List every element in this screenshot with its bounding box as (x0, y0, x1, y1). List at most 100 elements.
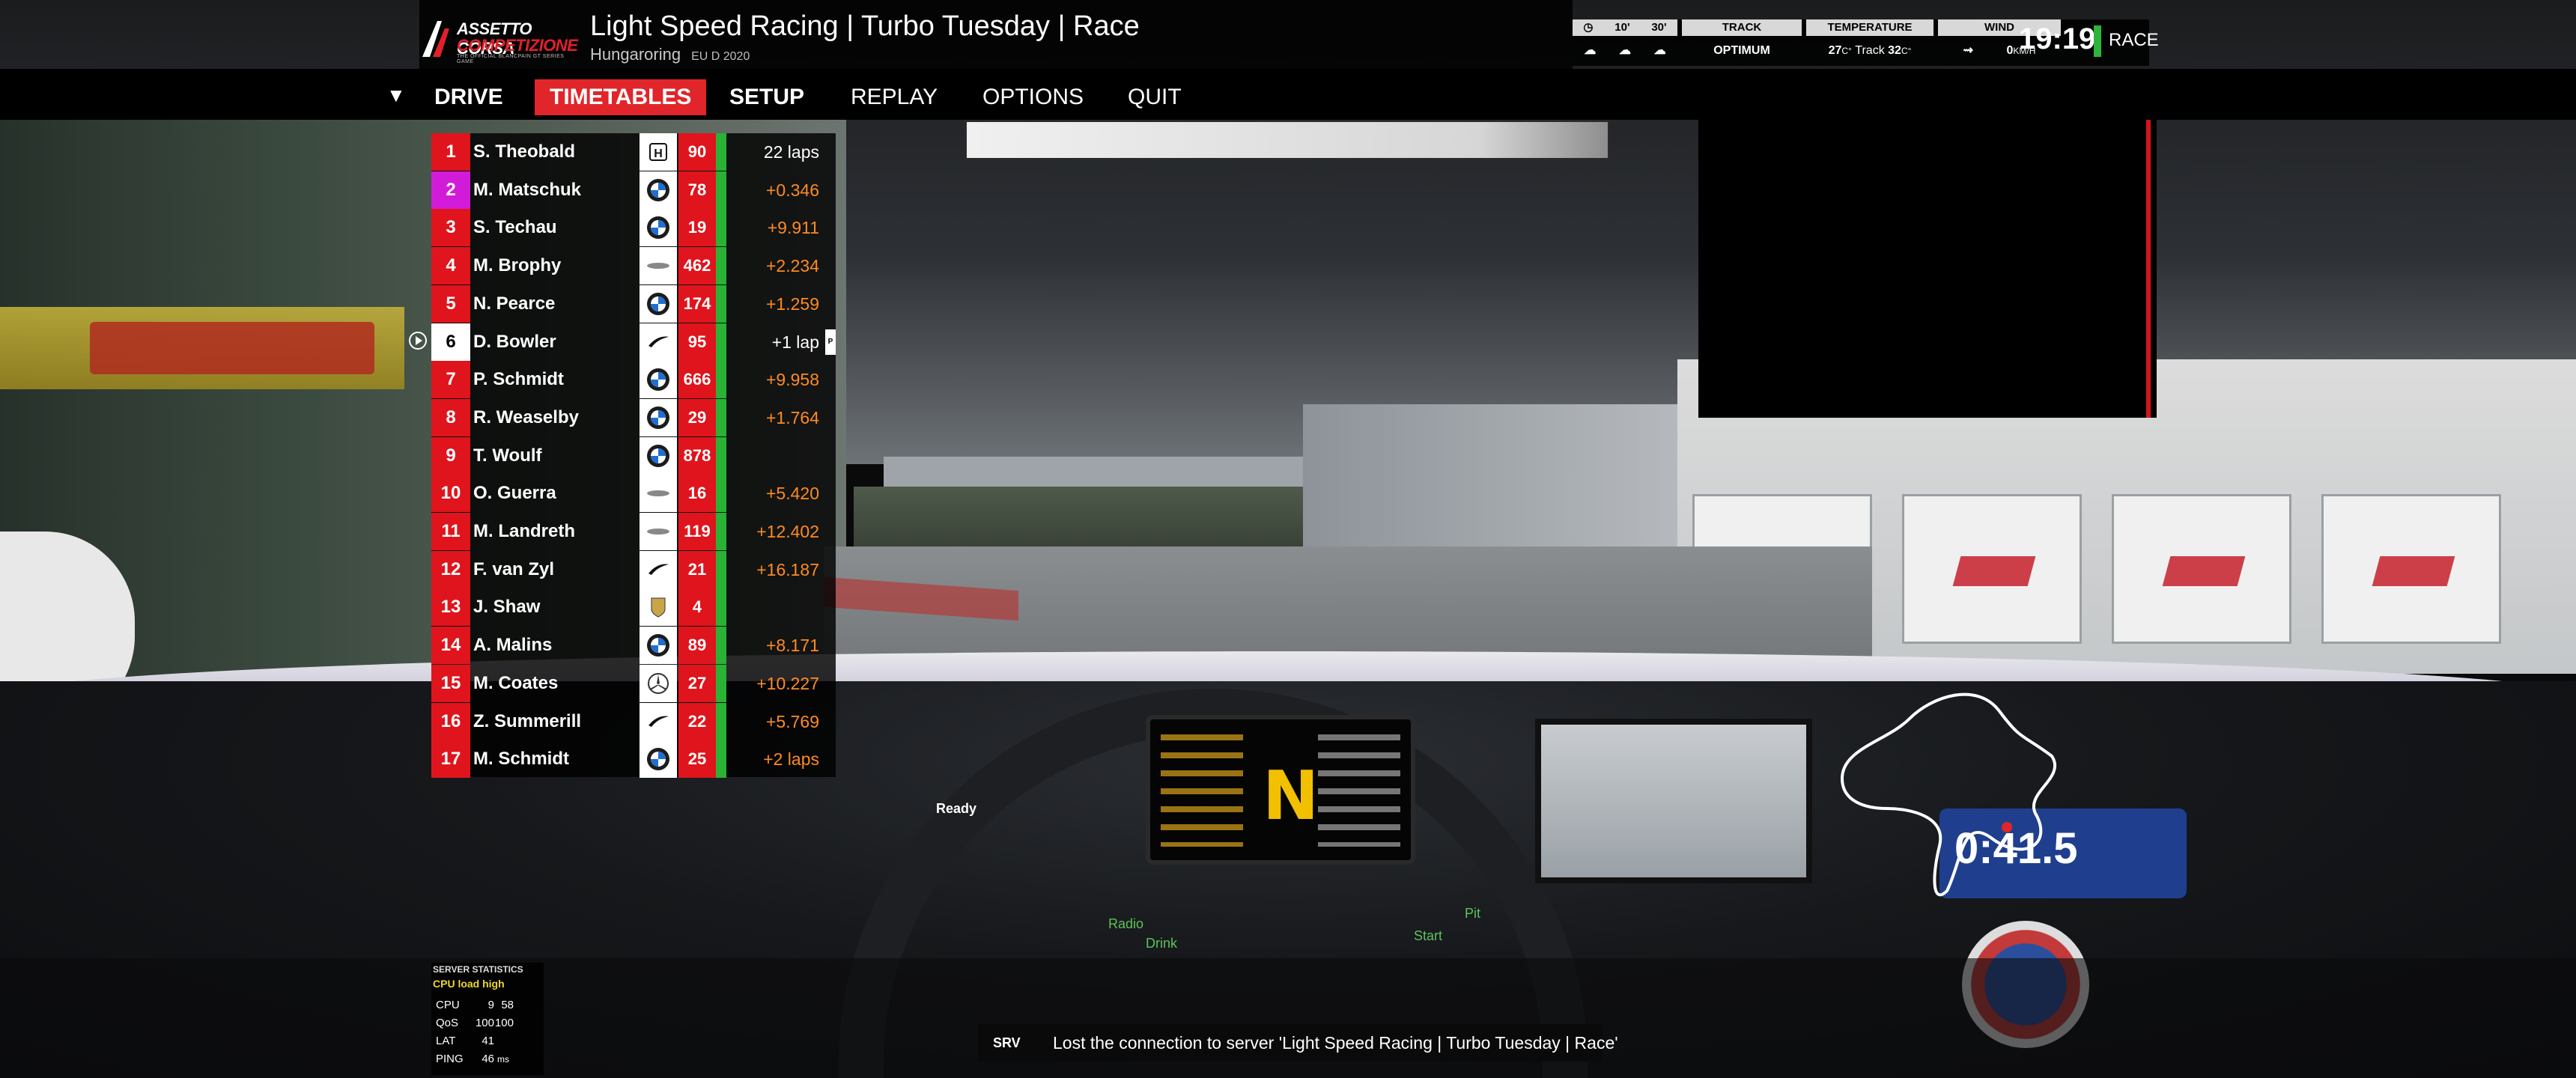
session-status-bar (2094, 25, 2101, 57)
driver-name: F. van Zyl (473, 558, 555, 579)
position-badge: 15 (431, 664, 470, 702)
status-indicator (716, 513, 726, 550)
menu-quit[interactable]: QUIT (1113, 79, 1197, 115)
standings-row[interactable]: 12 F. van Zyl 21 +16.187 (431, 550, 836, 588)
stat-row: CPU 9 58 (436, 999, 514, 1011)
car-number: 119 (678, 513, 716, 550)
standings-row[interactable]: 7 P. Schmidt 666 +9.958 (431, 361, 836, 399)
menu-timetables[interactable]: TIMETABLES (535, 79, 707, 115)
car-number: 78 (678, 171, 716, 209)
status-indicator (716, 550, 726, 588)
gap-value: +5.420 (766, 484, 819, 504)
forecast-header: ◷ 10' 30' (1573, 19, 1677, 36)
standings-row[interactable]: 14 A. Malins 89 +8.171 (431, 627, 836, 665)
gap-value: +9.911 (767, 218, 819, 238)
lexus-logo-icon (640, 475, 677, 513)
standings-row[interactable]: 5 N. Pearce 174 +1.259 (431, 284, 836, 323)
gap-value: +10.227 (756, 673, 819, 693)
track-temp: 32 (1888, 44, 1901, 57)
track-state: OPTIMUM (1713, 44, 1770, 57)
bridge (884, 457, 1348, 487)
status-indicator (716, 664, 726, 702)
car-number: 462 (678, 247, 716, 285)
menu-options[interactable]: OPTIONS (967, 79, 1099, 115)
status-indicator (716, 740, 726, 779)
bmw-logo-icon (640, 209, 677, 247)
gap-value: +5.769 (766, 711, 819, 731)
standings-row[interactable]: 11 M. Landreth 119 +12.402 (431, 513, 836, 550)
garage-door (2321, 494, 2501, 644)
driver-name: Z. Summerill (473, 710, 582, 731)
standings-row[interactable]: 17 M. Schmidt 25 +2 laps (431, 740, 836, 779)
position-badge: 4 (431, 247, 470, 285)
session-clock: 19:19 (2019, 22, 2096, 55)
forecast-icons: ☁ ☁ ☁ (1573, 36, 1677, 66)
garage-door (2112, 494, 2291, 644)
overlay-panel (1698, 120, 2157, 418)
status-indicator (716, 209, 726, 247)
standings-row[interactable]: 8 R. Weaselby 29 +1.764 (431, 398, 836, 436)
mclaren-logo-icon (640, 323, 677, 361)
cloud-sun-icon: ☁ (1653, 44, 1666, 57)
focused-car-icon[interactable] (407, 330, 428, 351)
menu-collapse-icon[interactable]: ▼ (386, 84, 406, 107)
car-number: 21 (678, 550, 716, 588)
standings-row[interactable]: 1 S. Theobald H 90 22 laps (431, 133, 836, 171)
standings-row[interactable]: 6 D. Bowler 95 +1 lap P (431, 323, 836, 361)
server-statistics-panel: SERVER STATISTICS CPU load high CPU 9 58 Q… (431, 963, 544, 1075)
track-column: TRACK OPTIMUM (1682, 19, 1802, 66)
menu-setup[interactable]: SETUP (714, 79, 819, 115)
car-number: 95 (678, 323, 716, 361)
position-badge: 5 (431, 284, 470, 323)
position-badge: 11 (431, 513, 470, 550)
bmw-logo-icon (640, 171, 677, 209)
driver-name: T. Woulf (473, 445, 542, 466)
session-subtitle: Hungaroring EU D 2020 (590, 45, 750, 64)
standings-row[interactable]: 9 T. Woulf 878 (431, 436, 836, 475)
driver-name: M. Landreth (473, 521, 575, 541)
car-number: 25 (678, 740, 716, 779)
driver-name: S. Theobald (473, 141, 576, 162)
position-badge: 9 (431, 436, 470, 475)
car-number: 878 (678, 436, 716, 475)
car-number: 89 (678, 627, 716, 665)
status-indicator (716, 588, 726, 627)
menu-replay[interactable]: REPLAY (836, 79, 953, 115)
menu-drive[interactable]: DRIVE (419, 79, 518, 115)
gap-value: +1.259 (766, 293, 819, 314)
gap-value: +16.187 (756, 559, 819, 579)
car-number: 90 (678, 133, 716, 171)
logo-line2: COMPETIZIONE (457, 36, 578, 55)
air-temp: 27 (1828, 44, 1842, 57)
air-temp-unit: C° (1841, 46, 1852, 56)
driver-name: M. Brophy (473, 255, 562, 276)
session-type: RACE (2109, 30, 2159, 50)
standings-row[interactable]: 16 Z. Summerill 22 +5.769 (431, 702, 836, 740)
position-badge: 6 (431, 323, 470, 361)
temperature-header: TEMPERATURE (1806, 19, 1933, 36)
red-indicator-line (2146, 120, 2151, 418)
gap-value: +2.234 (766, 256, 819, 276)
pit-label: Pit (1465, 906, 1481, 921)
track-name: Hungaroring (590, 45, 681, 64)
standings-row[interactable]: 4 M. Brophy 462 +2.234 (431, 247, 836, 285)
track-map-icon (1840, 692, 2057, 897)
mclaren-logo-icon (640, 702, 677, 740)
gap-value: +2 laps (763, 749, 819, 770)
standings-row[interactable]: 13 J. Shaw 4 (431, 588, 836, 627)
standings-row[interactable]: 10 O. Guerra 16 +5.420 (431, 475, 836, 513)
car-number: 16 (678, 475, 716, 513)
notification-message: Lost the connection to server 'Light Spe… (1053, 1033, 1618, 1053)
status-indicator (716, 475, 726, 513)
standings-row[interactable]: 2 M. Matschuk 78 +0.346 (431, 171, 836, 209)
forecast-10: 10' (1614, 21, 1630, 34)
cpu-warning: CPU load high (433, 978, 505, 990)
status-indicator (716, 436, 726, 475)
position-badge: 14 (431, 627, 470, 665)
track-temp-unit: C° (1901, 46, 1912, 56)
position-badge: 7 (431, 361, 470, 399)
ready-label: Ready (936, 801, 977, 816)
standings-row[interactable]: 3 S. Techau 19 +9.911 (431, 209, 836, 247)
car-number: 174 (678, 284, 716, 323)
standings-row[interactable]: 15 M. Coates 27 +10.227 (431, 664, 836, 702)
